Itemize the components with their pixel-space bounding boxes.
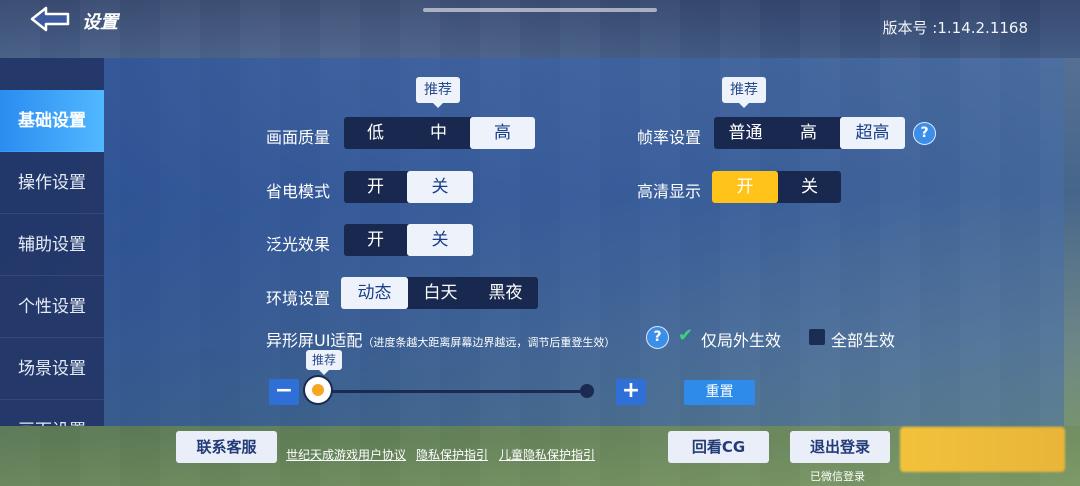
environment-label: 环境设置 xyxy=(266,289,331,308)
framerate-help-icon[interactable]: ? xyxy=(913,122,936,145)
slider-knob-dot xyxy=(312,384,324,396)
recommend-badge-quality: 推荐 xyxy=(416,77,460,108)
sidebar-item-scene[interactable]: 场景设置 xyxy=(0,338,104,400)
reset-button[interactable]: 重置 xyxy=(684,380,755,405)
child-privacy-link[interactable]: 儿童隐私保护指引 xyxy=(499,446,595,463)
environment-option-night[interactable]: 黑夜 xyxy=(473,277,538,309)
sidebar-item-controls[interactable]: 操作设置 xyxy=(0,152,104,214)
checkmark-icon[interactable]: ✔ xyxy=(678,325,693,346)
logout-button[interactable]: 退出登录 xyxy=(790,431,890,463)
blurred-yellow-button xyxy=(900,427,1065,472)
settings-panel xyxy=(0,58,1064,426)
quality-option-medium[interactable]: 中 xyxy=(407,117,470,149)
notch-adapt-label: 异形屏UI适配（进度条越大距离屏幕边界越远，调节后重登生效） xyxy=(266,327,615,351)
page-title: 设置 xyxy=(82,12,118,33)
framerate-segment: 普通 高 超高 xyxy=(714,117,905,149)
quality-label: 画面质量 xyxy=(266,128,331,147)
sidebar-item-basic[interactable]: 基础设置 xyxy=(0,90,104,152)
sidebar-item-graphics[interactable]: 画面设置 xyxy=(0,400,104,426)
sidebar: 基础设置 操作设置 辅助设置 个性设置 场景设置 画面设置 xyxy=(0,58,104,426)
contact-support-button[interactable]: 联系客服 xyxy=(176,431,277,463)
framerate-option-ultra[interactable]: 超高 xyxy=(840,117,905,149)
version-label: 版本号 :1.14.2.1168 xyxy=(882,19,1028,37)
power-saving-option-on[interactable]: 开 xyxy=(344,171,407,203)
framerate-option-high[interactable]: 高 xyxy=(777,117,840,149)
hd-display-option-off[interactable]: 关 xyxy=(778,171,841,203)
bloom-label: 泛光效果 xyxy=(266,235,331,254)
bloom-segment: 开 关 xyxy=(344,224,473,256)
environment-option-day[interactable]: 白天 xyxy=(408,277,473,309)
environment-option-dynamic[interactable]: 动态 xyxy=(341,277,408,309)
hd-display-label: 高清显示 xyxy=(637,182,702,201)
user-agreement-link[interactable]: 世纪天成游戏用户协议 xyxy=(286,446,406,463)
framerate-label: 帧率设置 xyxy=(637,128,702,147)
framerate-option-normal[interactable]: 普通 xyxy=(714,117,777,149)
bloom-option-on[interactable]: 开 xyxy=(344,224,407,256)
login-status-note: 已微信登录 xyxy=(810,470,865,483)
power-saving-segment: 开 关 xyxy=(344,171,473,203)
quality-option-low[interactable]: 低 xyxy=(344,117,407,149)
checkbox-icon[interactable] xyxy=(809,329,825,345)
privacy-link[interactable]: 隐私保护指引 xyxy=(416,446,488,463)
sidebar-item-assist[interactable]: 辅助设置 xyxy=(0,214,104,276)
notch-adapt-hint: （进度条越大距离屏幕边界越远，调节后重登生效） xyxy=(362,336,616,349)
quality-option-high[interactable]: 高 xyxy=(470,117,535,149)
slider-recommend-badge: 推荐 xyxy=(306,350,343,375)
notch-option-in-game[interactable]: 仅局外生效 xyxy=(701,327,781,351)
notch-adapt-title: 异形屏UI适配 xyxy=(266,331,363,350)
environment-segment: 动态 白天 黑夜 xyxy=(341,277,538,309)
bloom-option-off[interactable]: 关 xyxy=(407,224,473,256)
recommend-badge-framerate: 推荐 xyxy=(722,77,766,108)
power-saving-option-off[interactable]: 关 xyxy=(407,171,473,203)
power-saving-label: 省电模式 xyxy=(266,182,331,201)
replay-cg-button[interactable]: 回看CG xyxy=(668,431,769,463)
slider-plus-button[interactable]: + xyxy=(616,379,646,405)
slider-track[interactable] xyxy=(330,390,588,393)
notch-help-icon[interactable]: ? xyxy=(646,326,669,349)
slider-knob[interactable] xyxy=(305,377,331,403)
notch-option-all[interactable]: 全部生效 xyxy=(831,327,895,351)
slider-track-end xyxy=(580,384,594,398)
header-bar: 设置 版本号 :1.14.2.1168 xyxy=(0,0,1080,58)
back-arrow-icon[interactable] xyxy=(30,6,72,32)
hd-display-segment: 开 关 xyxy=(712,171,841,203)
drag-handle[interactable] xyxy=(423,8,657,12)
sidebar-item-personal[interactable]: 个性设置 xyxy=(0,276,104,338)
slider-minus-button[interactable]: − xyxy=(269,379,299,405)
hd-display-option-on[interactable]: 开 xyxy=(712,171,778,203)
quality-segment: 低 中 高 xyxy=(344,117,535,149)
